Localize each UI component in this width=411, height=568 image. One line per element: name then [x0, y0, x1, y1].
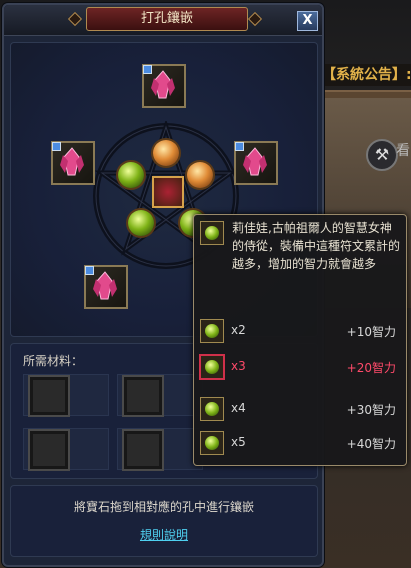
rune-item-icon — [199, 354, 225, 380]
tier-bonus: +40智力 — [346, 437, 396, 451]
material-slot[interactable] — [122, 375, 164, 417]
ornament-icon — [67, 11, 83, 27]
tier-bonus: +10智力 — [346, 325, 396, 339]
rune-item-icon — [200, 319, 224, 343]
system-announcement: 【系統公告】:恭喜 — [322, 64, 411, 86]
socket-slot-top[interactable] — [142, 64, 186, 108]
material-slot[interactable] — [28, 375, 70, 417]
rune-orb-icon[interactable] — [128, 210, 154, 236]
instructions-section: 將寶石拖到相對應的孔中進行鑲嵌 規則說明 — [10, 485, 318, 557]
tier-bonus: +30智力 — [346, 403, 396, 417]
rune-item-icon — [200, 431, 224, 455]
socket-slot-left[interactable] — [51, 141, 95, 185]
ornament-icon — [247, 11, 263, 27]
tier-multiplier: x3 — [231, 359, 246, 373]
rune-orb-icon[interactable] — [118, 162, 144, 188]
tooltip-description: 莉佳娃,古帕祖爾人的智慧女神的侍從，裝備中這種符文累計的越多，增加的智力就會越多 — [232, 221, 401, 271]
rune-item-icon — [200, 221, 224, 245]
pickaxe-icon[interactable]: ⚒ — [366, 139, 398, 171]
material-slot[interactable] — [122, 429, 164, 471]
bonus-tier-row: x2 +10智力 — [200, 319, 400, 345]
bonus-tier-row: x3 +20智力 — [199, 354, 400, 381]
instruction-text: 將寶石拖到相對應的孔中進行鑲嵌 — [73, 500, 254, 514]
socket-slot-bottom-left[interactable] — [84, 265, 128, 309]
rules-link[interactable]: 規則說明 — [129, 526, 199, 543]
materials-label: 所需材料： — [23, 354, 84, 368]
pink-crystal-icon — [60, 147, 84, 176]
title-bar[interactable]: 打孔鑲嵌 X — [4, 5, 322, 36]
close-button[interactable]: X — [297, 11, 318, 31]
window-title: 打孔鑲嵌 — [86, 7, 248, 31]
tier-multiplier: x2 — [231, 323, 246, 337]
rune-orb-icon[interactable] — [187, 162, 213, 188]
item-tooltip: 莉佳娃,古帕祖爾人的智慧女神的侍從，裝備中這種符文累計的越多，增加的智力就會越多… — [193, 214, 407, 466]
bonus-tier-row: x5 +40智力 — [200, 431, 400, 457]
material-slot[interactable] — [28, 429, 70, 471]
pink-crystal-icon — [93, 271, 117, 300]
bonus-tier-row: x4 +30智力 — [200, 397, 400, 423]
rune-item-icon — [200, 397, 224, 421]
socket-slot-right[interactable] — [234, 141, 278, 185]
rune-orb-icon[interactable] — [153, 140, 179, 166]
pink-crystal-icon — [151, 70, 175, 99]
tier-bonus: +20智力 — [346, 361, 396, 375]
side-text: 看 — [396, 143, 410, 159]
tier-multiplier: x4 — [231, 401, 246, 415]
pink-crystal-icon — [243, 147, 267, 176]
equipment-slot-icon[interactable] — [152, 176, 184, 208]
tier-multiplier: x5 — [231, 435, 246, 449]
